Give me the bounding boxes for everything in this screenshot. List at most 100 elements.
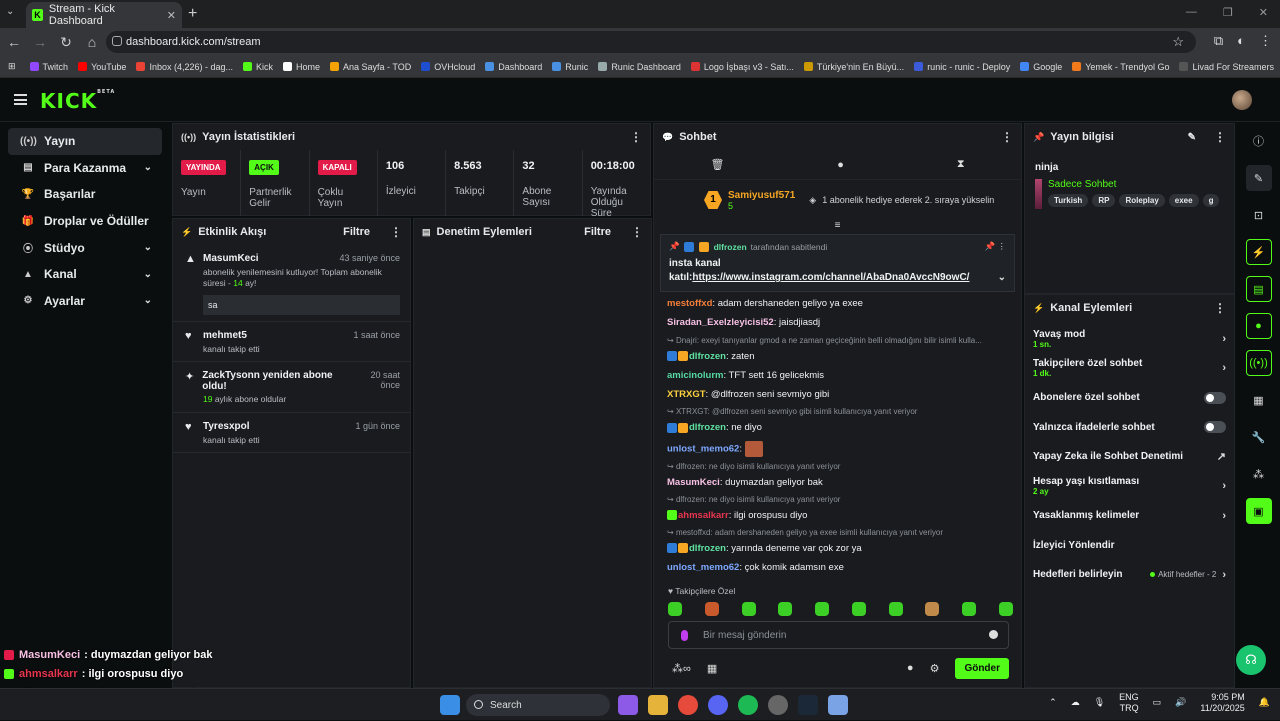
stats-more-icon[interactable]: ⋮ [630,130,642,144]
copilot-icon[interactable] [618,695,638,715]
bookmark-item[interactable]: Yemek - Trendyol Go [1072,62,1169,72]
spotify-icon[interactable] [738,695,758,715]
chat-username[interactable]: unlost_memo62 [667,562,739,573]
sidebar-item-3[interactable]: 🎁 Droplar ve Ödüller [8,208,162,235]
toggle-switch[interactable] [1204,421,1226,434]
chevron-down-icon[interactable]: ⌄ [144,162,152,173]
emote[interactable] [962,602,977,616]
clock-time[interactable]: 9:05 PM [1211,692,1245,702]
stream-info-more-icon[interactable]: ⋮ [1214,130,1226,144]
chat-username[interactable]: dlfrozen [689,351,726,362]
chevron-right-icon[interactable]: › [1222,510,1226,522]
tag-chip[interactable]: exee [1168,194,1199,207]
tag-chip[interactable]: RP [1092,194,1116,207]
lightning-icon[interactable]: ⚡ [1245,239,1272,265]
kick-logo[interactable]: KICKBETA [40,89,115,113]
emote[interactable] [741,602,756,616]
layout-icon[interactable]: ▦ [1246,387,1272,413]
activity-more-icon[interactable]: ⋮ [390,225,402,239]
taskbar-search[interactable]: Search [466,694,610,716]
bookmark-item[interactable]: OVHcloud [421,62,475,72]
chrome-icon[interactable] [678,695,698,715]
bookmark-item[interactable]: Twitch [29,62,68,72]
home-icon[interactable]: ⌂ [80,34,104,50]
activity-filter-button[interactable]: Filtre [343,226,370,238]
chat-icon[interactable]: ● [1245,313,1272,339]
pinned-by-user[interactable]: dlfrozen [714,242,747,252]
bookmark-item[interactable]: Dashboard [485,62,542,72]
chevron-right-icon[interactable]: › [1222,480,1226,492]
info-icon[interactable]: ⓘ [1246,128,1272,154]
activity-user[interactable]: ZackTysonn yeniden abone oldu! [202,370,345,392]
network-icon[interactable]: ▭ [1153,697,1162,708]
broadcast-icon[interactable]: ((•)) [1245,350,1272,376]
emote[interactable] [668,602,682,616]
tab-close-icon[interactable]: ✕ [167,9,176,22]
scroll-top-icon[interactable]: ≡ [654,220,1021,234]
profile-icon[interactable]: ◐ [1237,33,1245,49]
discord-icon[interactable] [708,695,728,715]
bookmark-item[interactable]: Livad For Streamers [1179,62,1274,72]
user-avatar[interactable] [1232,90,1252,110]
emote[interactable] [888,602,903,616]
hourglass-icon[interactable]: ⧗ [957,158,965,171]
explorer-icon[interactable] [648,695,668,715]
bookmark-item[interactable]: Inbox (4,226) - dag... [136,62,233,72]
chat-input[interactable]: Bir mesaj gönderin [668,621,1009,649]
back-icon[interactable]: ← [2,34,26,50]
start-icon[interactable] [440,695,460,715]
tag-chip[interactable]: Roleplay [1119,194,1165,207]
volume-icon[interactable]: 🔊 [1175,697,1186,708]
points-icon[interactable]: ⁂∞ [672,662,691,675]
channel-action-item[interactable]: İzleyici Yönlendir [1025,531,1234,561]
emote[interactable] [778,602,793,616]
tag-chip[interactable]: g [1202,194,1220,207]
chat-more-icon[interactable]: ⋮ [1001,130,1013,144]
channel-action-item[interactable]: Hedefleri belirleyin Aktif hedefler - 2 › [1025,560,1234,590]
chevron-down-icon[interactable]: ⌄ [144,269,152,280]
input-lang[interactable]: ENG [1119,692,1139,702]
sidebar-item-6[interactable]: ⚙ Ayarlar ⌄ [8,288,162,315]
activity-user[interactable]: MasumKeci [203,253,259,264]
chat-bubble-icon[interactable]: ● [837,159,844,171]
mic-icon[interactable] [681,630,688,641]
chevron-right-icon[interactable]: › [1222,333,1226,345]
restore-icon[interactable]: ❐ [1223,6,1233,19]
moderation-more-icon[interactable]: ⋮ [631,225,643,239]
sidebar-item-5[interactable]: ▲ Kanal ⌄ [8,261,162,288]
close-window-icon[interactable]: ✕ [1259,6,1268,19]
emote[interactable] [704,602,719,616]
emote[interactable] [925,602,940,616]
clear-chat-icon[interactable]: 🗑 [710,158,724,171]
bookmark-item[interactable]: Logo İşbaşı v3 - Satı... [690,62,794,72]
bookmark-item[interactable]: Türkiye'nin En Büyü... [803,62,904,72]
sidebar-item-2[interactable]: 🏆 Başarılar [8,181,162,208]
document-icon[interactable]: ▤ [1245,276,1272,302]
emoji-icon[interactable] [989,630,998,639]
chevron-right-icon[interactable]: › [1222,569,1226,581]
send-button[interactable]: Gönder [955,657,1009,679]
bookmark-star-icon[interactable]: ☆ [1172,34,1184,50]
minimize-icon[interactable]: — [1186,6,1197,19]
chat-username[interactable]: MasumKeci [667,477,720,488]
toggle-switch[interactable] [1204,391,1226,404]
chat-username[interactable]: ahmsalkarr [678,510,729,521]
apps-grid-icon[interactable]: ⊞ [8,61,16,72]
wrench-icon[interactable]: 🔧 [1246,424,1272,450]
channel-action-item[interactable]: Yavaş mod 1 sn. › [1025,324,1234,354]
emote[interactable] [998,602,1013,616]
channel-action-item[interactable]: Takipçilere özel sohbet 1 dk. › [1025,354,1234,384]
channel-action-item[interactable]: Yapay Zeka ile Sohbet Denetimi ↗ [1025,442,1234,472]
activity-user[interactable]: mehmet5 [203,330,247,341]
extensions-icon[interactable]: ⧉ [1214,33,1223,49]
reload-icon[interactable]: ↻ [54,34,78,51]
cloud-icon[interactable]: ☁ [1071,697,1080,708]
external-link-icon[interactable]: ↗ [1217,450,1226,463]
bookmark-item[interactable]: Kick [243,62,273,72]
tag-chip[interactable]: Turkish [1048,194,1089,207]
edit-icon[interactable]: ✎ [1188,132,1196,143]
top-gifter-name[interactable]: Samiyusuf571 [728,190,795,201]
bookmark-item[interactable]: Runic Dashboard [598,62,681,72]
browser-menu-icon[interactable]: ⋮ [1259,33,1272,49]
emote[interactable] [851,602,866,616]
